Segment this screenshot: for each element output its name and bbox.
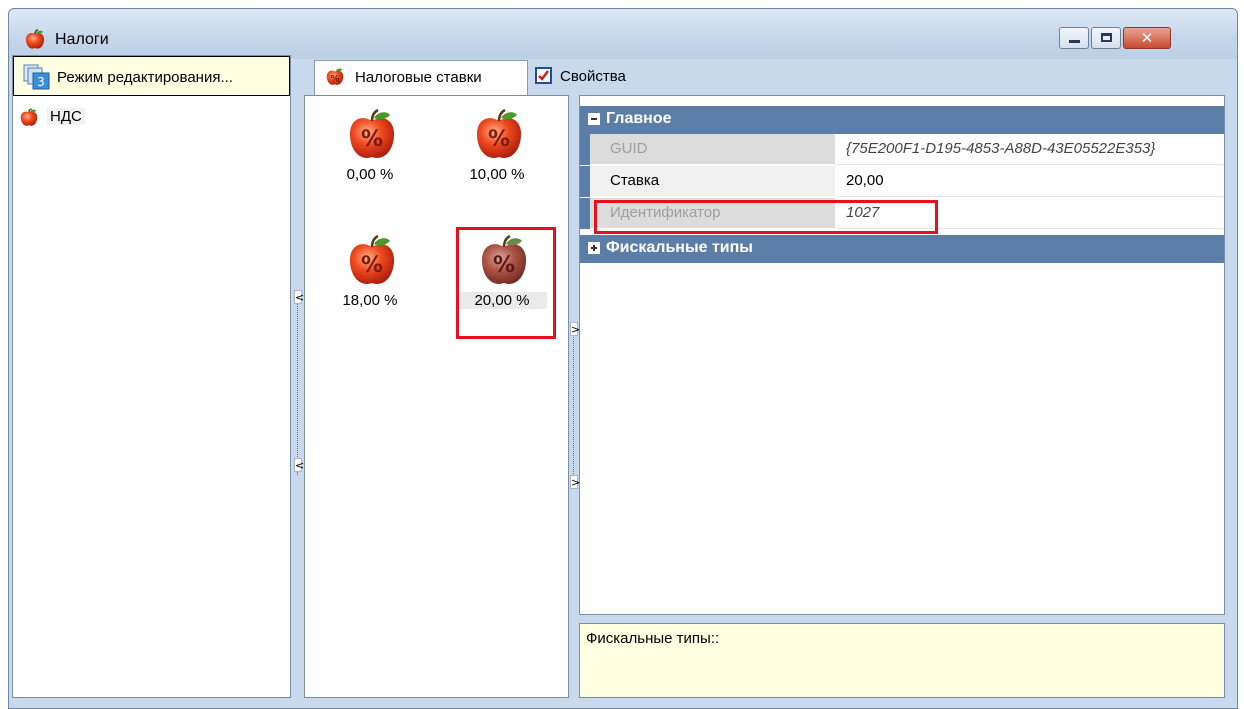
category-label: Главное [606,110,672,127]
svg-text:%: % [330,75,339,85]
minimize-button[interactable] [1059,27,1089,49]
collapse-right-arrow-icon[interactable]: > [570,475,580,489]
apple-percent-icon: % [481,234,527,284]
tax-rate-tile[interactable]: % 18,00 % [325,226,415,326]
edit-mode-button[interactable]: 3 Режим редактирования... [13,56,290,96]
property-value: 1027 [836,198,1224,229]
window-title: Налоги [55,31,109,48]
close-button[interactable]: ✕ [1123,27,1171,49]
tax-rates-panel: % 0,00 % % 10,00 % % 18,00 % % 20,00 % [304,95,569,698]
property-name: Ставка [590,166,835,197]
row-gutter [580,198,590,229]
collapse-right-arrow-icon[interactable]: > [570,322,580,336]
maximize-button[interactable] [1091,27,1121,49]
collapse-left-arrow-icon[interactable]: < [294,290,304,304]
property-name: Идентификатор [590,198,835,229]
tax-rate-tile-selected[interactable]: % 20,00 % [457,226,547,326]
row-gutter [580,134,590,165]
tax-rate-tile[interactable]: % 10,00 % [452,100,542,200]
tab-label: Налоговые ставки [355,69,482,86]
collapse-left-arrow-icon[interactable]: < [294,458,304,472]
collapse-icon[interactable] [588,113,600,125]
property-value[interactable]: 20,00 [836,166,1224,197]
maximize-icon [1101,33,1112,42]
tax-rate-label: 20,00 % [457,292,547,309]
svg-text:%: % [361,253,383,278]
tree-item-label: НДС [47,108,85,125]
category-label: Фискальные типы [606,239,753,256]
splitter-grip [573,330,574,480]
apple-icon [25,29,45,49]
tax-tree-panel: 3 Режим редактирования... НДС [12,55,291,698]
expand-icon[interactable] [588,242,600,254]
apple-percent-icon: % [349,108,395,158]
checkbox-icon [535,67,552,84]
category-fiscal-types[interactable]: Фискальные типы [580,235,1224,263]
apple-percent-icon: % [326,68,344,85]
svg-text:%: % [488,127,510,152]
property-name: GUID [590,134,835,165]
property-row-guid[interactable]: GUID {75E200F1-D195-4853-A88D-43E05522E3… [580,134,1224,166]
svg-text:%: % [361,127,383,152]
right-splitter[interactable]: > > [569,95,580,698]
apple-percent-icon: % [476,108,522,158]
tab-label: Свойства [560,68,626,85]
description-panel: Фискальные типы:: [579,623,1225,698]
tax-rate-tile[interactable]: % 0,00 % [325,100,415,200]
property-value: {75E200F1-D195-4853-A88D-43E05522E353} [836,134,1224,165]
apple-percent-icon: % [349,234,395,284]
minimize-icon [1069,40,1080,43]
property-row-identifier[interactable]: Идентификатор 1027 [580,198,1224,230]
tax-rate-label: 10,00 % [469,166,525,183]
tab-strip: % Налоговые ставки Свойства [310,55,1229,95]
title-bar: Налоги ✕ [9,9,1237,59]
tax-rate-label: 18,00 % [342,292,398,309]
property-grid: Главное GUID {75E200F1-D195-4853-A88D-43… [579,95,1225,615]
splitter-grip [297,295,298,475]
edit-mode-icon: 3 [23,64,50,90]
description-text: Фискальные типы:: [586,630,720,647]
apple-icon [20,108,38,126]
tab-tax-rates[interactable]: % Налоговые ставки [314,60,528,95]
svg-text:%: % [493,253,515,278]
close-icon: ✕ [1140,29,1154,47]
svg-text:3: 3 [37,75,45,89]
edit-mode-label: Режим редактирования... [57,69,233,86]
row-gutter [580,166,590,197]
tax-rate-label: 0,00 % [346,166,394,183]
left-splitter[interactable]: < < [293,95,304,698]
tab-properties[interactable]: Свойства [528,60,718,95]
property-row-rate[interactable]: Ставка 20,00 [580,166,1224,198]
category-main[interactable]: Главное [580,106,1224,134]
